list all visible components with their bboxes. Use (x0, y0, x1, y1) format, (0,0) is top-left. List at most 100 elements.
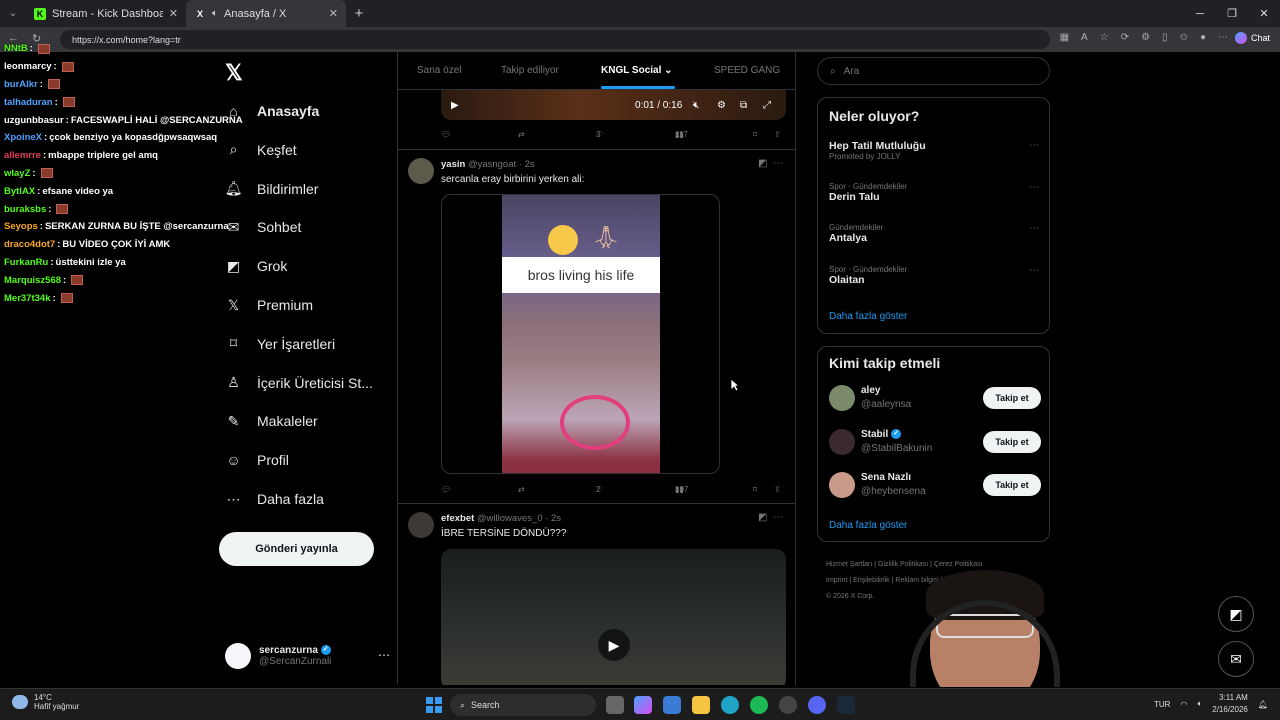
edge-icon[interactable] (721, 696, 739, 714)
task-view-icon[interactable] (606, 696, 624, 714)
follow-button[interactable]: Takip et (983, 474, 1041, 496)
follow-name[interactable]: Stabil (861, 429, 888, 440)
more-icon[interactable]: ⋯ (773, 512, 783, 523)
more-icon[interactable]: ⋯ (1029, 265, 1039, 276)
follow-name[interactable]: aley (861, 385, 880, 396)
follow-button[interactable]: Takip et (983, 430, 1041, 453)
trend-item[interactable]: Hep Tatil Mutluluğu Promoted by JOLLY ⋯ (829, 140, 1039, 161)
apps-icon[interactable]: ▦ (1060, 32, 1069, 43)
avatar[interactable] (408, 512, 434, 538)
footer-link[interactable]: Imprint (826, 577, 847, 584)
extensions-icon[interactable]: ⚙ (1141, 32, 1150, 43)
avatar[interactable] (829, 385, 855, 411)
views-button[interactable]: ▮▮ 197 (675, 485, 688, 494)
tab-search-icon[interactable]: ⌄ (0, 0, 26, 27)
post-author[interactable]: efexbet (441, 513, 474, 524)
post-media[interactable]: ▶ (441, 549, 786, 685)
mute-icon[interactable]: 🔇︎ (693, 100, 699, 111)
language-indicator[interactable]: TUR (1154, 700, 1170, 709)
favorite-star-icon[interactable]: ☆ (1100, 32, 1109, 43)
steam-icon[interactable] (837, 696, 855, 714)
tab-kngl-social[interactable]: KNGL Social ⌄ (601, 65, 673, 76)
more-icon[interactable]: ⋯ (773, 158, 783, 169)
avatar[interactable] (829, 472, 855, 498)
weather-widget[interactable]: 14°C Hafif yağmur (12, 693, 79, 711)
trend-item[interactable]: Spor · Gündemdekiler Olaitan ⋯ (829, 265, 1039, 286)
footer-link[interactable]: Hizmet Şartları (826, 561, 872, 568)
avatar[interactable] (829, 428, 855, 455)
show-more-link[interactable]: Daha fazla göster (829, 520, 907, 531)
nav-item-11[interactable]: ⋯ Daha fazla (225, 485, 324, 513)
follow-suggestion[interactable]: Sena Nazlı @heybensena Takip et (829, 470, 1041, 500)
footer-link[interactable]: Gizlilik Politikası (878, 561, 928, 568)
minimize-icon[interactable]: ─ (1184, 0, 1216, 27)
restore-icon[interactable]: ❐ (1216, 0, 1248, 27)
reply-icon[interactable]: 💬︎ (441, 130, 451, 139)
taskbar-search[interactable]: ⌕ Search (450, 694, 596, 716)
speaker-icon[interactable]: 🔈︎ (212, 8, 218, 19)
close-window-icon[interactable]: ✕ (1248, 0, 1280, 27)
fullscreen-icon[interactable]: ⤢ (763, 100, 771, 111)
tab-sana-ozel[interactable]: Sana özel (417, 65, 461, 76)
settings-gear-icon[interactable]: ⚙ (717, 100, 726, 111)
notification-bell-icon[interactable]: 🔔︎ (1258, 700, 1268, 709)
follow-suggestion[interactable]: Stabil ✓ @StabilBakunin Takip et (829, 427, 1041, 457)
profile-icon[interactable]: ● (1200, 32, 1206, 43)
follow-suggestion[interactable]: aley @aaleynsa Takip et (829, 383, 1041, 413)
tab-speed-gang[interactable]: SPEED GANG (714, 65, 780, 76)
follow-button[interactable]: Takip et (983, 387, 1041, 409)
pip-icon[interactable]: ⧉ (740, 100, 747, 111)
account-switcher[interactable]: sercanzurna ✓ @SercanZurnali ⋯ (225, 640, 390, 672)
discord-icon[interactable] (808, 696, 826, 714)
clock[interactable]: 3:11 AM 2/16/2026 (1212, 692, 1248, 716)
close-tab-icon[interactable]: ✕ (169, 7, 178, 20)
nav-item-10[interactable]: ☺ Profil (225, 446, 289, 474)
share-icon[interactable]: ⇪ (774, 130, 781, 139)
copilot-chat-button[interactable]: Chat (1234, 32, 1270, 44)
volume-icon[interactable]: 🔈︎ (1197, 699, 1202, 709)
account-more-icon[interactable]: ⋯ (378, 648, 390, 662)
footer-link[interactable]: Erişilebilirlik (853, 577, 890, 584)
bookmark-icon[interactable]: ⌑ (753, 485, 757, 494)
post-media[interactable]: 🙏︎ bros living his life (441, 194, 720, 474)
trend-item[interactable]: Gündemdekiler Antalya ⋯ (829, 223, 1039, 244)
tab-x-home[interactable]: X 🔈︎ Anasayfa / X ✕ (186, 0, 346, 27)
start-icon[interactable] (426, 697, 442, 713)
bookmark-icon[interactable]: ⌑ (753, 130, 757, 139)
menu-icon[interactable]: ⋯ (1218, 32, 1228, 43)
like-button[interactable]: ♡ 3 (596, 130, 603, 139)
more-icon[interactable]: ⋯ (1029, 182, 1039, 193)
post-handle[interactable]: @willowaves_0 (477, 513, 543, 524)
favorites-icon[interactable]: ✩ (1180, 32, 1188, 43)
post-author[interactable]: yasin (441, 159, 465, 170)
post-handle[interactable]: @yasngoat (468, 159, 516, 170)
store-icon[interactable] (663, 696, 681, 714)
share-icon[interactable]: ⇪ (774, 485, 781, 494)
views-button[interactable]: ▮▮ 117 (675, 130, 688, 139)
more-icon[interactable]: ⋯ (1029, 223, 1039, 234)
close-tab-icon[interactable]: ✕ (329, 7, 338, 20)
post-button[interactable]: Gönderi yayınla (219, 532, 374, 566)
nav-item-8[interactable]: ♙ İçerik Üreticisi St... (225, 369, 373, 397)
follow-name[interactable]: Sena Nazlı (861, 472, 911, 483)
split-screen-icon[interactable]: ▯ (1162, 32, 1168, 43)
new-tab-button[interactable]: + (346, 5, 372, 22)
more-icon[interactable]: ⋯ (1029, 140, 1039, 151)
like-button[interactable]: ♡ 2 (596, 485, 603, 494)
grok-icon[interactable]: ◩ (758, 158, 767, 169)
messages-float-button[interactable]: ✉ (1218, 641, 1254, 677)
copilot-icon[interactable] (634, 696, 652, 714)
repost-icon[interactable]: ⇄ (518, 485, 525, 494)
spotify-icon[interactable] (750, 696, 768, 714)
obs-icon[interactable] (779, 696, 797, 714)
trend-item[interactable]: Spor · Gündemdekiler Derin Talu ⋯ (829, 182, 1039, 203)
read-aloud-icon[interactable]: A (1081, 32, 1088, 43)
nav-item-9[interactable]: ✎ Makaleler (225, 407, 318, 435)
footer-link[interactable]: Çerez Politikası (934, 561, 983, 568)
reply-icon[interactable]: 💬︎ (441, 485, 451, 494)
refresh-icon[interactable]: ⟳ (1121, 32, 1129, 43)
play-icon[interactable]: ▶ (451, 100, 459, 111)
grok-float-button[interactable]: ◩ (1218, 596, 1254, 632)
file-explorer-icon[interactable] (692, 696, 710, 714)
avatar[interactable] (408, 158, 434, 184)
